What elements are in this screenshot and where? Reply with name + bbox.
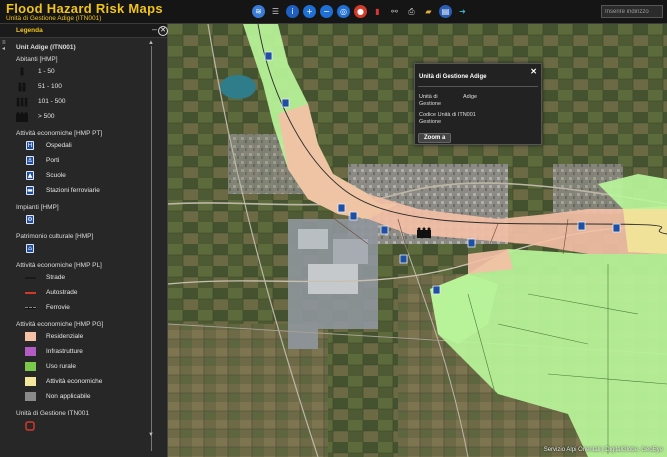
minimize-icon[interactable]: –	[152, 24, 157, 34]
pt-heading: Attività economiche [HMP PT]	[16, 130, 103, 137]
layers-icon[interactable]: ≋	[252, 5, 265, 18]
legend-item: 51 - 100	[16, 79, 150, 94]
legend-item: Strade	[24, 270, 150, 285]
scroll-down-icon[interactable]: ▼	[148, 432, 154, 438]
share-icon[interactable]: ➜	[456, 5, 469, 18]
poi-pin[interactable]	[612, 223, 621, 233]
address-search-input[interactable]	[601, 5, 663, 18]
app-subtitle: Unità di Gestione Adige (ITN001)	[6, 15, 102, 22]
hospital-icon: H	[26, 141, 34, 150]
rural-swatch	[24, 362, 36, 371]
plant-icon: ⚙	[26, 215, 34, 224]
popup-key-1: Unità di Gestione	[419, 94, 442, 107]
legend-panel-label: Legenda	[16, 27, 43, 34]
zoom-extent-icon[interactable]: ◎	[337, 5, 350, 18]
legend-item: ▬ Stazioni ferroviarie	[26, 186, 100, 195]
stats-icon[interactable]: ▤	[439, 5, 452, 18]
panel-side-tab[interactable]: ≡ ◂	[2, 40, 9, 52]
legend-panel: Legenda – ≡ ◂ Unit Adige (ITN001) Abitant…	[0, 24, 168, 457]
legend-item: Ferrovie	[24, 300, 150, 315]
popup-divider	[418, 86, 538, 87]
legend-title: Unit Adige (ITN001)	[16, 44, 76, 51]
popup-title: Unità di Gestione Adige	[419, 74, 487, 80]
infrastructure-swatch	[24, 347, 36, 356]
patrimonio-heading: Patrimonio culturale [HMP]	[16, 233, 94, 240]
poi-pin[interactable]	[337, 203, 346, 213]
heritage-icon: ⌂	[26, 244, 34, 253]
non-applicable-swatch	[24, 392, 36, 401]
people-icon	[16, 82, 28, 92]
binoculars-icon[interactable]: ⚯	[388, 5, 401, 18]
zoom-in-icon[interactable]: +	[303, 5, 316, 18]
close-panel-icon[interactable]: ✕	[158, 26, 168, 36]
app-title-block: Flood Hazard Risk Maps Unità di Gestione…	[6, 2, 163, 23]
list-icon[interactable]: ☰	[269, 5, 282, 18]
print-icon[interactable]: ⎙	[405, 5, 418, 18]
legend-item: 1 - 50	[16, 64, 150, 79]
legend-item: Residenziale	[24, 329, 150, 344]
poi-pin[interactable]	[380, 225, 389, 235]
legend-item: Autostrade	[24, 285, 150, 300]
residential-swatch	[24, 332, 36, 341]
abitanti-heading: Abitanti [HMP]	[16, 56, 58, 63]
popup-close-icon[interactable]: ✕	[530, 67, 537, 76]
feature-info-popup: Unità di Gestione Adige ✕ Unità di Gesti…	[414, 63, 542, 145]
crowd-icon	[16, 111, 28, 122]
population-marker[interactable]	[417, 227, 431, 239]
road-line-icon	[24, 276, 36, 279]
legend-item: Attività economiche	[24, 374, 150, 389]
app-title: Flood Hazard Risk Maps	[6, 1, 163, 16]
legend-item: ⚓ Porti	[26, 156, 60, 165]
poi-pin[interactable]	[577, 221, 586, 231]
school-icon: ▲	[26, 171, 34, 180]
ug-heading: Unità di Gestione ITN001	[16, 410, 89, 417]
person-icon	[16, 67, 28, 77]
legend-item: ⚙	[24, 212, 150, 227]
poi-pin[interactable]	[281, 98, 290, 108]
stop-icon[interactable]: ●	[354, 5, 367, 18]
highway-line-icon	[24, 291, 36, 294]
legend-panel-header: Legenda –	[0, 24, 167, 38]
port-icon: ⚓	[26, 156, 34, 165]
economic-swatch	[24, 377, 36, 386]
popup-key-2: Codice Unità di ITN001 Gestione	[419, 112, 476, 125]
toolbar: ≋ ☰ i + − ◎ ● ▮ ⚯ ⎙ ▰ ▤ ➜	[252, 5, 469, 18]
legend-item: Uso rurale	[24, 359, 150, 374]
folder-icon[interactable]: ▰	[422, 5, 435, 18]
group-icon	[16, 97, 28, 107]
boundary-icon	[25, 420, 35, 431]
popup-value-1: Adige	[463, 94, 478, 100]
train-station-icon: ▬	[26, 186, 34, 195]
railway-line-icon	[24, 306, 36, 309]
legend-list: Unit Adige (ITN001) Abitanti [HMP] 1 - 5…	[16, 44, 150, 433]
zoom-to-button[interactable]: Zoom a	[418, 133, 452, 143]
legend-scrollbar[interactable]	[151, 46, 154, 451]
zoom-out-icon[interactable]: −	[320, 5, 333, 18]
impianti-heading: Impianti [HMP]	[16, 204, 59, 211]
legend-item: ⌂	[24, 241, 150, 256]
pg-heading: Attività economiche [HMP PG]	[16, 321, 104, 328]
pl-heading: Attività economiche [HMP PL]	[16, 262, 102, 269]
poi-pin[interactable]	[349, 211, 358, 221]
legend-item: > 500	[16, 109, 150, 124]
book-icon[interactable]: ▮	[371, 5, 384, 18]
poi-pin[interactable]	[264, 51, 273, 61]
legend-item: H Ospedali	[26, 141, 72, 150]
map-attribution: Servizio Alpi Orientali | DigitalGlobe, …	[543, 447, 663, 453]
legend-item: Non applicabile	[24, 389, 150, 404]
legend-item: 101 - 500	[16, 94, 150, 109]
app-header: Flood Hazard Risk Maps Unità di Gestione…	[0, 0, 667, 24]
poi-pin[interactable]	[399, 254, 408, 264]
legend-item: ▲ Scuole	[26, 171, 66, 180]
poi-pin[interactable]	[467, 238, 476, 248]
info-icon[interactable]: i	[286, 5, 299, 18]
legend-item	[24, 418, 150, 433]
legend-item: Infrastrutture	[24, 344, 150, 359]
poi-pin[interactable]	[432, 285, 441, 295]
